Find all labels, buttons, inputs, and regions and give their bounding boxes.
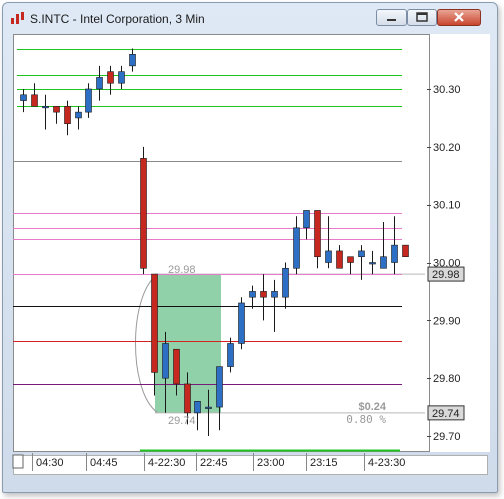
candle-body [194,400,201,414]
y-tick-label: 30.30 [433,84,461,96]
candle-body [53,106,60,113]
measure-percent-label: 0.80 % [346,413,386,426]
candle-body [325,250,332,263]
candle-body [358,250,365,258]
candle-body [402,244,409,258]
x-tick-label: 04:45 [90,457,118,469]
measure-low-label: 29.74 [168,415,196,427]
candle-body [129,53,136,67]
x-tick-label: 23:00 [257,457,285,469]
candle-body [227,343,234,367]
candle-body [238,302,245,344]
candle-body [162,343,169,379]
candle-body [96,77,103,90]
candle-body [293,227,300,269]
candle-body [85,88,92,113]
price-tag-label: 29.74 [432,408,460,420]
candle-body [173,348,180,385]
candle-body [205,406,212,409]
candle-body [118,71,125,84]
y-tick-label: 30.10 [433,200,461,212]
candle-body [314,210,321,258]
candle-body [216,366,223,408]
y-tick-label: 30.20 [433,142,461,154]
candle-body [151,273,158,373]
candle-body [282,267,289,298]
candle-body [31,94,38,107]
candle-body [260,291,267,298]
candle-body [380,256,387,269]
candle-body [107,71,114,84]
x-tick-label: 04:30 [36,457,64,469]
x-tick-label: 22:45 [200,457,228,469]
measure-change-label: $0.24 [358,401,386,413]
candle-body [184,383,191,414]
time-axis-scroll-button [12,454,24,469]
candle-body [347,256,354,263]
candle-body [336,250,343,269]
candle-body [140,158,147,269]
candle-body [271,291,278,298]
candle-body [75,111,82,119]
candle-body [42,106,49,109]
y-tick-label: 29.80 [433,373,461,385]
y-tick-label: 29.70 [433,431,461,443]
measure-high-label: 29.98 [168,264,196,276]
candle-body [20,94,27,101]
price-tag-label: 29.98 [432,269,460,281]
candle-body [369,262,376,265]
chart-svg: 29.9829.74$0.240.80 %30.3030.2030.1030.0… [12,48,465,471]
candle-body [303,210,310,229]
x-tick-label: 23:15 [310,457,338,469]
candle-body [249,291,256,298]
y-tick-label: 29.90 [433,315,461,327]
candle-body [391,244,398,263]
candle-body [64,106,71,124]
x-tick-label: 4-22:30 [148,457,185,469]
x-tick-label: 4-23:30 [368,457,405,469]
